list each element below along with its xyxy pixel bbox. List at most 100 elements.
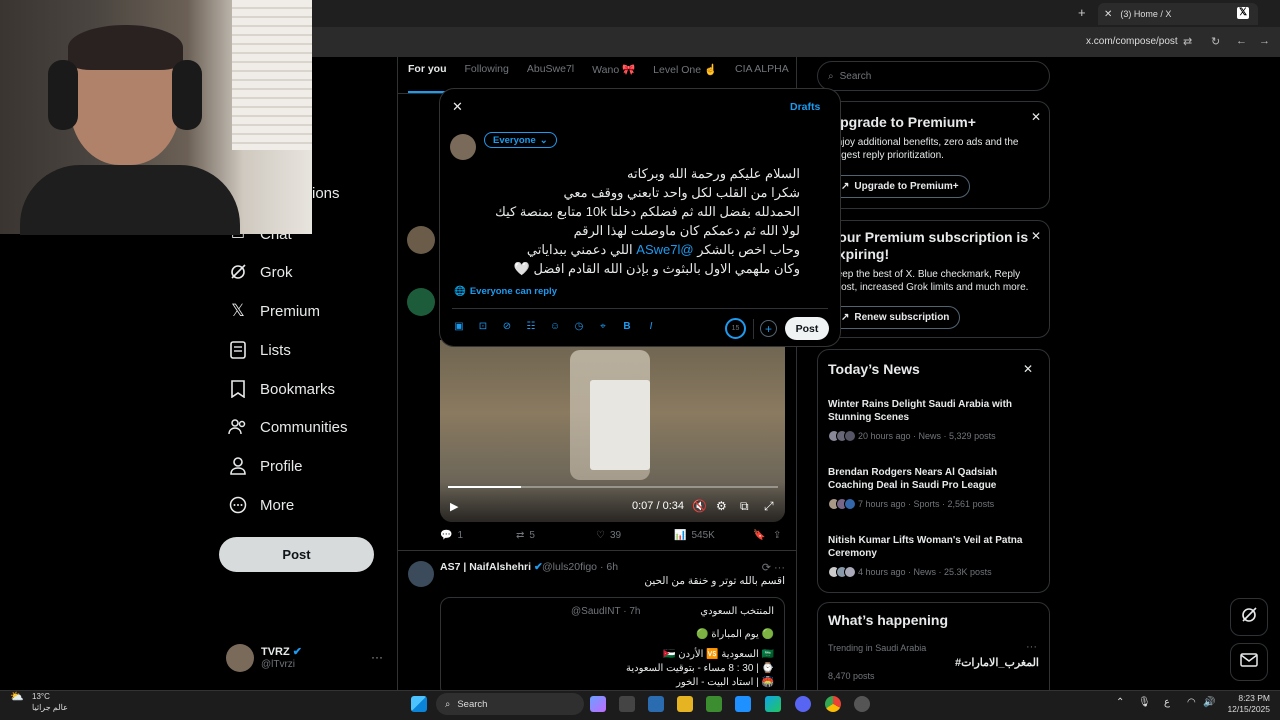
compose-textarea[interactable]: السلام عليكم ورحمة الله وبركاته شكرا من … [495, 164, 800, 278]
sidebar-item-premium[interactable]: 𝕏 Premium [228, 301, 320, 321]
video-progress-bar[interactable] [448, 486, 778, 488]
browser-tab[interactable]: ✕ (3) Home / X [1098, 3, 1258, 25]
site-settings-icon[interactable]: ⇄ [1183, 35, 1192, 48]
avatar[interactable] [408, 561, 434, 587]
sidebar-item-profile[interactable]: Profile [228, 456, 303, 476]
poll-icon[interactable]: ☷ [524, 321, 538, 332]
avatar[interactable] [407, 288, 435, 316]
grok-button[interactable] [1230, 598, 1268, 636]
renew-subscription-button[interactable]: ↗ Renew subscription [830, 306, 961, 329]
more-options-icon[interactable]: ⟳ ··· [762, 561, 785, 574]
system-clock[interactable]: 8:23 PM 12/15/2025 [1222, 693, 1270, 715]
emoji-icon[interactable]: ☺ [548, 321, 562, 332]
drafts-button[interactable]: Drafts [790, 101, 820, 113]
video-player[interactable] [440, 340, 785, 522]
gif-icon[interactable]: ⊡ [476, 321, 490, 332]
store-icon[interactable] [619, 696, 635, 712]
tweet[interactable]: AS7 | NaifAlshehri ✔ @luls20figo · 6h ⟳ … [397, 551, 797, 697]
discord-icon[interactable] [795, 696, 811, 712]
back-icon[interactable]: ← [1236, 35, 1247, 47]
add-post-icon[interactable]: + [760, 320, 777, 337]
app-icon[interactable] [854, 696, 870, 712]
wifi-icon[interactable]: ◠ [1187, 697, 1196, 708]
url-field[interactable]: x.com/compose/post [1086, 36, 1178, 47]
post-button[interactable]: Post [785, 317, 829, 340]
close-icon[interactable]: ✕ [452, 99, 463, 115]
card-title: Today’s News [828, 361, 920, 377]
messages-button[interactable] [1230, 643, 1268, 681]
app-icon[interactable] [735, 696, 751, 712]
quote-tweet[interactable]: @SaudINT · 7h المنتخب السعودي 🟢 يوم المب… [440, 597, 785, 697]
more-options-icon[interactable]: ··· [371, 650, 383, 664]
close-icon[interactable]: ✕ [1023, 362, 1033, 376]
news-item[interactable]: Brendan Rodgers Nears Al Qadsiah Coachin… [828, 466, 1038, 510]
card-title: Your Premium subscription is expiring! [830, 229, 1029, 262]
reply-button[interactable]: 💬 1 [440, 530, 463, 541]
tweet-author[interactable]: AS7 | NaifAlshehri ✔ [440, 561, 543, 573]
person-body [20, 165, 240, 235]
schedule-icon[interactable]: ◷ [572, 321, 586, 332]
microphone-icon[interactable]: 🎙 [1138, 697, 1151, 708]
file-explorer-icon[interactable] [677, 696, 693, 712]
reply-settings-button[interactable]: 🌐 Everyone can reply [454, 286, 557, 297]
chevron-up-icon[interactable]: ⌃ [1116, 697, 1124, 708]
close-icon[interactable]: ✕ [1031, 229, 1041, 243]
forward-icon[interactable]: → [1259, 35, 1270, 47]
views-button[interactable]: 📊 545K [674, 530, 715, 541]
italic-icon[interactable]: I [644, 321, 658, 332]
volume-icon[interactable]: 🔇 [692, 499, 707, 513]
grok-icon[interactable]: ⊘ [500, 321, 514, 332]
sidebar-item-grok[interactable]: Grok [228, 262, 293, 282]
minecraft-icon[interactable] [706, 696, 722, 712]
language-indicator[interactable]: ع [1164, 697, 1170, 708]
close-tab-icon[interactable]: ✕ [1104, 9, 1112, 20]
repost-button[interactable]: ⇄ 5 [516, 530, 535, 541]
sidebar-item-notifications[interactable]: ions [312, 185, 340, 202]
quote-handle: @SaudINT · 7h [571, 606, 641, 617]
sidebar-item-bookmarks[interactable]: Bookmarks [228, 379, 335, 399]
audience-selector[interactable]: Everyone ⌄ [484, 132, 557, 148]
account-switcher[interactable]: TVRZ ✔ @lTvrzi ··· [226, 644, 386, 674]
settings-icon[interactable]: ⚙ [716, 499, 727, 513]
sidebar-item-communities[interactable]: Communities [228, 417, 348, 437]
trend-posts: 8,470 posts [828, 671, 875, 681]
news-item[interactable]: Winter Rains Delight Saudi Arabia with S… [828, 398, 1038, 442]
security-icon[interactable] [648, 696, 664, 712]
pip-icon[interactable]: ⧉ [740, 499, 749, 514]
bold-icon[interactable]: B [620, 321, 634, 332]
trend-tag[interactable]: #المغرب_الامارات [955, 656, 1039, 669]
divider [753, 319, 754, 339]
repost-icon: ⇄ [516, 530, 525, 541]
volume-icon[interactable]: 🔊 [1203, 697, 1215, 708]
video-time: 0:07 / 0:34 [632, 500, 684, 512]
sidebar-item-lists[interactable]: Lists [228, 340, 291, 360]
like-button[interactable]: ♡ 39 [596, 530, 621, 541]
windows-start-icon[interactable] [411, 696, 427, 712]
share-button[interactable]: ⇪ [773, 530, 781, 541]
bookmark-button[interactable]: 🔖 [753, 530, 765, 541]
mention-link[interactable]: @ASwe7l [636, 242, 693, 257]
search-input[interactable]: ⌕ Search [817, 61, 1050, 91]
media-icon[interactable]: ▣ [452, 321, 466, 332]
more-options-icon[interactable]: ··· [1026, 641, 1037, 653]
new-tab-button[interactable]: + [1078, 5, 1086, 20]
edge-icon[interactable] [765, 696, 781, 712]
avatar[interactable] [407, 226, 435, 254]
sidebar-item-more[interactable]: More [228, 495, 294, 515]
reload-icon[interactable]: ↻ [1211, 35, 1220, 48]
news-item[interactable]: Nitish Kumar Lifts Woman's Veil at Patna… [828, 534, 1038, 578]
close-icon[interactable]: ✕ [1031, 110, 1041, 124]
upgrade-button[interactable]: ↗ Upgrade to Premium+ [830, 175, 970, 198]
fullscreen-icon[interactable]: ⤢ [764, 499, 774, 514]
weather-widget[interactable]: ⛅ 13°C عالم جراثيا [10, 692, 68, 713]
taskbar-search[interactable]: ⌕ Search [436, 693, 584, 715]
tab-for-you[interactable]: For you [408, 63, 447, 93]
chrome-icon[interactable] [825, 696, 841, 712]
char-counter: 15 [725, 318, 746, 339]
location-icon[interactable]: ⌖ [596, 321, 610, 332]
avatar-stack [828, 498, 856, 510]
copilot-icon[interactable] [590, 696, 606, 712]
play-icon[interactable]: ▶ [450, 500, 458, 513]
post-button[interactable]: Post [219, 537, 374, 572]
quote-author: المنتخب السعودي [700, 606, 774, 617]
